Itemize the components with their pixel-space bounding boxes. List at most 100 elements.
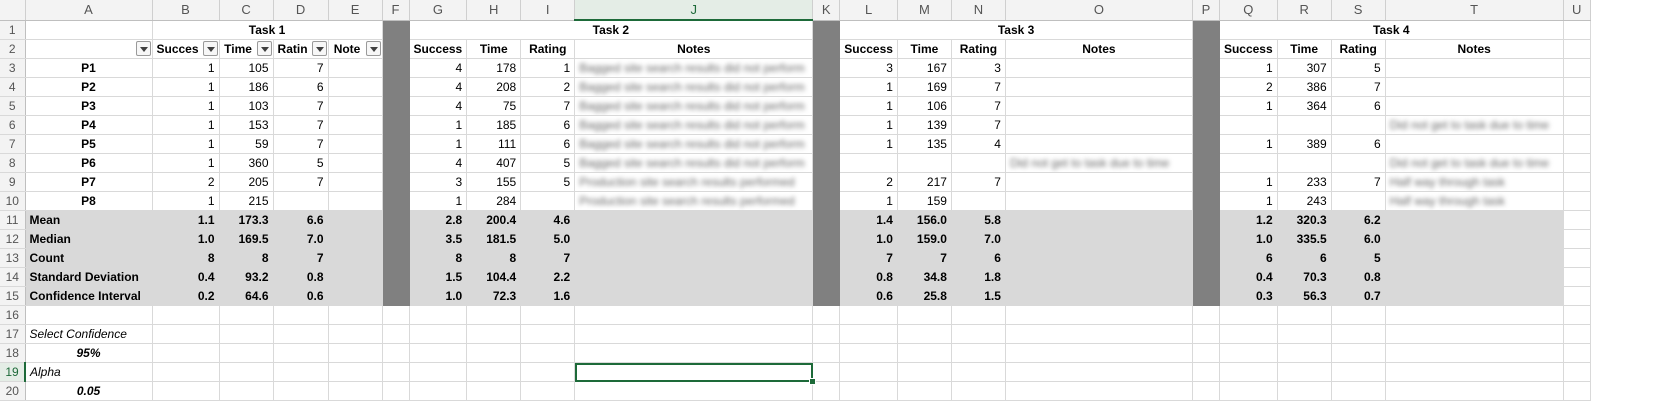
participant-label[interactable]: P1 xyxy=(25,58,153,78)
empty-cell[interactable] xyxy=(1219,381,1278,401)
task4-note[interactable]: Half way through task xyxy=(1385,172,1564,192)
task4-stat[interactable]: 1.2 xyxy=(1219,210,1278,230)
column-header-a[interactable]: A xyxy=(25,0,153,21)
task2-value[interactable]: 111 xyxy=(466,134,522,154)
task1-stat[interactable]: 93.2 xyxy=(219,267,274,287)
task4-value[interactable] xyxy=(1277,153,1332,173)
task3-stat-note[interactable] xyxy=(1005,267,1193,287)
task3-note[interactable] xyxy=(1005,77,1193,97)
empty-cell[interactable] xyxy=(1277,362,1332,382)
task3-note[interactable] xyxy=(1005,191,1193,211)
task4-stat[interactable]: 6.2 xyxy=(1331,210,1386,230)
empty-cell[interactable] xyxy=(812,324,841,344)
task3-value[interactable]: 7 xyxy=(951,96,1006,116)
task3-value[interactable]: 1 xyxy=(839,115,898,135)
task1-value[interactable]: 205 xyxy=(219,172,274,192)
task1-note[interactable] xyxy=(328,77,383,97)
header-t3-2[interactable]: Rating xyxy=(951,39,1006,59)
task3-stat[interactable]: 6 xyxy=(951,248,1006,268)
empty-cell[interactable] xyxy=(951,362,1006,382)
participant-label[interactable]: P5 xyxy=(25,134,153,154)
task4-stat[interactable]: 56.3 xyxy=(1277,286,1332,306)
task1-stat[interactable]: 7.0 xyxy=(273,229,329,249)
row-header[interactable]: 6 xyxy=(0,115,26,135)
task2-value[interactable] xyxy=(520,191,576,211)
task3-value[interactable]: 7 xyxy=(951,115,1006,135)
task1-value[interactable]: 1 xyxy=(152,77,220,97)
header-t1-3[interactable]: Note xyxy=(328,39,383,59)
task1-value[interactable]: 153 xyxy=(219,115,274,135)
task3-value[interactable]: 139 xyxy=(897,115,952,135)
task2-stat-note[interactable] xyxy=(574,286,814,306)
task1-value[interactable]: 5 xyxy=(273,153,329,173)
row-header[interactable]: 1 xyxy=(0,20,26,40)
filter-dropdown-button[interactable] xyxy=(202,41,218,56)
task4-stat[interactable]: 70.3 xyxy=(1277,267,1332,287)
task3-stat-note[interactable] xyxy=(1005,286,1193,306)
task3-value[interactable]: 159 xyxy=(897,191,952,211)
task2-value[interactable]: 6 xyxy=(520,134,576,154)
empty-cell[interactable] xyxy=(409,362,468,382)
task2-value[interactable]: 2 xyxy=(520,77,576,97)
task1-note[interactable] xyxy=(328,96,383,116)
task1-stat-note[interactable] xyxy=(328,248,383,268)
header-t3-0[interactable]: Success xyxy=(839,39,898,59)
task1-value[interactable]: 1 xyxy=(152,153,220,173)
empty-cell[interactable] xyxy=(897,343,952,363)
filter-dropdown-button[interactable] xyxy=(135,41,151,56)
empty-cell[interactable] xyxy=(1277,343,1332,363)
task2-stat[interactable]: 200.4 xyxy=(466,210,522,230)
empty-cell[interactable] xyxy=(812,362,841,382)
task2-value[interactable]: 155 xyxy=(466,172,522,192)
empty-cell[interactable] xyxy=(1005,343,1193,363)
task1-value[interactable]: 215 xyxy=(219,191,274,211)
task2-value[interactable]: 1 xyxy=(520,58,576,78)
column-header-e[interactable]: E xyxy=(328,0,383,21)
empty-cell[interactable] xyxy=(328,362,383,382)
task2-stat[interactable]: 3.5 xyxy=(409,229,468,249)
task1-value[interactable] xyxy=(273,191,329,211)
empty-cell[interactable] xyxy=(1219,324,1278,344)
empty-cell[interactable] xyxy=(1563,305,1591,325)
task4-stat-note[interactable] xyxy=(1385,248,1564,268)
task2-stat[interactable]: 5.0 xyxy=(520,229,576,249)
empty-cell[interactable] xyxy=(328,305,383,325)
column-header-j[interactable]: J xyxy=(574,0,814,21)
task2-note[interactable]: Bagged site search results did not perfo… xyxy=(574,58,814,78)
cell-a1[interactable] xyxy=(25,20,153,40)
task1-stat[interactable]: 169.5 xyxy=(219,229,274,249)
statistic-label[interactable]: Mean xyxy=(25,210,153,230)
empty-cell[interactable] xyxy=(409,305,468,325)
empty-cell[interactable] xyxy=(1563,381,1591,401)
task3-stat[interactable]: 1.0 xyxy=(839,229,898,249)
task3-value[interactable]: 7 xyxy=(951,172,1006,192)
select-all-corner[interactable] xyxy=(0,0,26,21)
empty-cell[interactable] xyxy=(382,362,410,382)
empty-cell[interactable] xyxy=(328,343,383,363)
task2-stat[interactable]: 8 xyxy=(466,248,522,268)
task3-value[interactable]: 1 xyxy=(839,77,898,97)
participant-label[interactable]: P4 xyxy=(25,115,153,135)
task3-value[interactable]: 2 xyxy=(839,172,898,192)
cell-u2[interactable] xyxy=(1563,39,1591,59)
empty-cell[interactable] xyxy=(1219,362,1278,382)
task1-value[interactable]: 1 xyxy=(152,191,220,211)
task3-value[interactable]: 135 xyxy=(897,134,952,154)
task2-value[interactable]: 4 xyxy=(409,153,468,173)
task1-value[interactable]: 1 xyxy=(152,115,220,135)
empty-cell[interactable] xyxy=(1192,343,1220,363)
empty-cell[interactable] xyxy=(574,324,814,344)
empty-cell[interactable] xyxy=(152,381,220,401)
cell-u[interactable] xyxy=(1563,248,1591,268)
task2-stat[interactable]: 7 xyxy=(520,248,576,268)
header-t4-1[interactable]: Time xyxy=(1277,39,1332,59)
row-header[interactable]: 11 xyxy=(0,210,26,230)
empty-cell[interactable] xyxy=(812,305,841,325)
task4-stat-note[interactable] xyxy=(1385,229,1564,249)
task2-note[interactable]: Production site search results performed xyxy=(574,191,814,211)
empty-cell[interactable] xyxy=(466,305,522,325)
task1-value[interactable]: 105 xyxy=(219,58,274,78)
cell-u[interactable] xyxy=(1563,229,1591,249)
task2-note[interactable]: Bagged site search results did not perfo… xyxy=(574,96,814,116)
task4-value[interactable] xyxy=(1219,153,1278,173)
